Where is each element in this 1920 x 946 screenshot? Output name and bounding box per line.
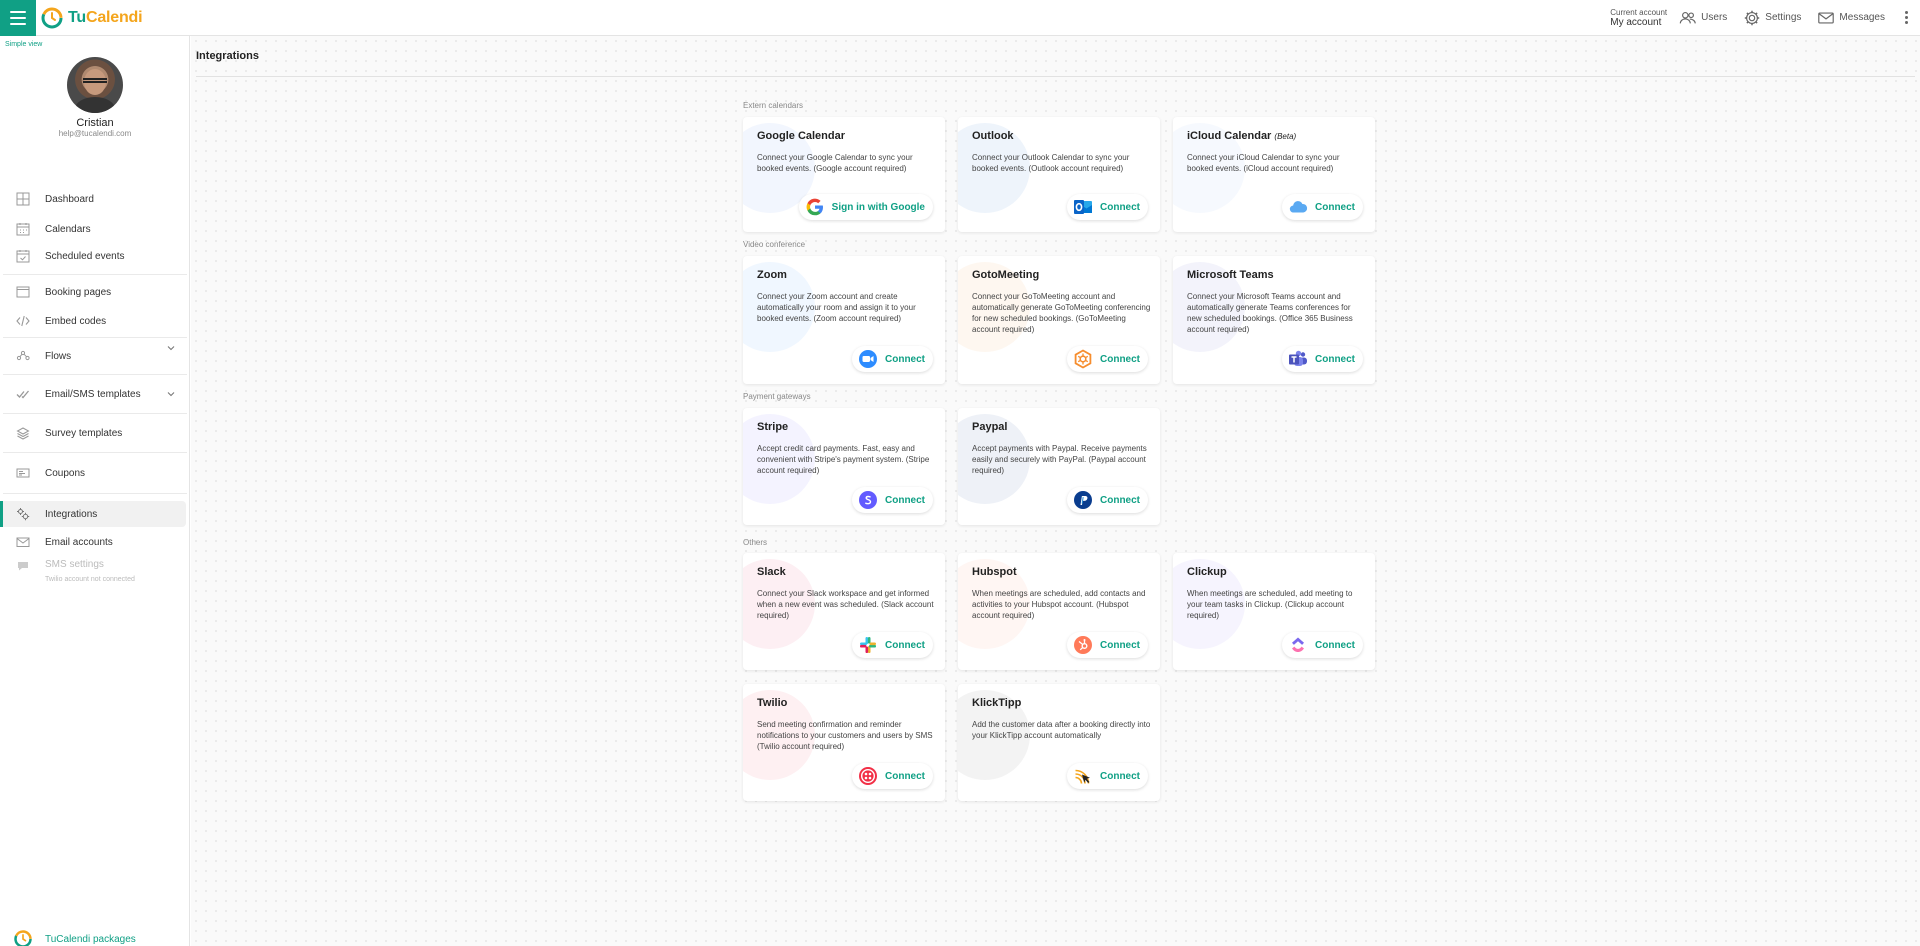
settings-link[interactable]: Settings bbox=[1743, 9, 1801, 27]
integration-card-hubspot: Hubspot When meetings are scheduled, add… bbox=[958, 553, 1160, 670]
microsoft-teams-icon bbox=[1288, 349, 1308, 369]
paypal-icon bbox=[1073, 490, 1093, 510]
twilio-icon bbox=[858, 766, 878, 786]
sidebar: Simple view Cristian help@tucalendi.com … bbox=[0, 36, 190, 946]
stripe-icon bbox=[858, 490, 878, 510]
integration-card-clickup: Clickup When meetings are scheduled, add… bbox=[1173, 553, 1375, 670]
slack-connect-button[interactable]: Connect bbox=[852, 632, 933, 658]
sidebar-item-coupons[interactable]: Coupons bbox=[0, 453, 190, 493]
calendar-icon bbox=[16, 223, 30, 236]
envelope-icon bbox=[1818, 11, 1835, 24]
microsoft-teams-connect-button[interactable]: Connect bbox=[1282, 346, 1363, 372]
outlook-connect-button[interactable]: Connect bbox=[1067, 194, 1148, 220]
slack-icon bbox=[858, 635, 878, 655]
integration-card-gotomeeting: GotoMeeting Connect your GoToMeeting acc… bbox=[958, 256, 1160, 384]
google-sign-in-button[interactable]: Sign in with Google bbox=[798, 194, 933, 220]
layers-icon bbox=[16, 427, 30, 440]
hamburger-icon bbox=[10, 10, 26, 13]
profile-card: Cristian help@tucalendi.com bbox=[0, 57, 190, 138]
tucalendi-logo-icon bbox=[13, 929, 33, 946]
zoom-icon bbox=[858, 349, 878, 369]
section-label-payment-gateways: Payment gateways bbox=[743, 392, 811, 401]
code-icon bbox=[16, 315, 30, 327]
template-icon bbox=[16, 390, 29, 399]
integration-card-paypal: Paypal Accept payments with Paypal. Rece… bbox=[958, 408, 1160, 525]
clickup-icon bbox=[1288, 635, 1308, 655]
users-link[interactable]: Users bbox=[1679, 9, 1727, 27]
klicktipp-icon bbox=[1073, 766, 1093, 786]
packages-link[interactable]: TuCalendi packages bbox=[13, 929, 136, 946]
section-label-video-conference: Video conference bbox=[743, 240, 806, 249]
window-icon bbox=[16, 286, 30, 298]
flow-icon bbox=[16, 350, 30, 361]
integration-card-google-calendar: Google Calendar Connect your Google Cale… bbox=[743, 117, 945, 232]
chevron-down-icon[interactable] bbox=[166, 389, 176, 399]
chevron-down-icon[interactable] bbox=[166, 343, 176, 353]
sidebar-item-dashboard[interactable]: Dashboard bbox=[0, 188, 190, 210]
hubspot-icon bbox=[1073, 635, 1093, 655]
users-icon bbox=[1679, 11, 1696, 23]
integration-card-slack: Slack Connect your Slack workspace and g… bbox=[743, 553, 945, 670]
icloud-icon bbox=[1288, 197, 1308, 217]
integration-card-outlook: Outlook Connect your Outlook Calendar to… bbox=[958, 117, 1160, 232]
menu-toggle-button[interactable] bbox=[0, 0, 36, 36]
sidebar-menu: Dashboard Calendars Scheduled events Boo… bbox=[0, 188, 190, 583]
integration-card-microsoft-teams: Microsoft Teams Connect your Microsoft T… bbox=[1173, 256, 1375, 384]
klicktipp-connect-button[interactable]: Connect bbox=[1067, 763, 1148, 789]
zoom-connect-button[interactable]: Connect bbox=[852, 346, 933, 372]
account-switcher[interactable]: Current account My account bbox=[1610, 8, 1667, 28]
integration-card-twilio: Twilio Send meeting confirmation and rem… bbox=[743, 684, 945, 801]
outlook-icon bbox=[1073, 197, 1093, 217]
tucalendi-logo-icon bbox=[40, 6, 64, 30]
calendar-check-icon bbox=[16, 250, 30, 263]
paypal-connect-button[interactable]: Connect bbox=[1067, 487, 1148, 513]
gotomeeting-icon bbox=[1073, 349, 1093, 369]
integration-card-zoom: Zoom Connect your Zoom account and creat… bbox=[743, 256, 945, 384]
sidebar-item-booking-pages[interactable]: Booking pages bbox=[0, 277, 190, 307]
coupon-icon bbox=[16, 468, 30, 478]
hubspot-connect-button[interactable]: Connect bbox=[1067, 632, 1148, 658]
section-label-others: Others bbox=[743, 538, 768, 547]
gears-icon bbox=[17, 508, 30, 521]
sidebar-item-survey-templates[interactable]: Survey templates bbox=[0, 414, 190, 452]
icloud-connect-button[interactable]: Connect bbox=[1282, 194, 1363, 220]
mail-icon bbox=[16, 537, 30, 547]
gear-icon bbox=[1745, 10, 1760, 25]
sidebar-item-sms-settings: SMS settings Twilio account not connecte… bbox=[0, 557, 190, 583]
sidebar-item-email-sms-templates[interactable]: Email/SMS templates bbox=[0, 375, 190, 413]
simple-view-link[interactable]: Simple view bbox=[5, 41, 42, 48]
sidebar-item-embed-codes[interactable]: Embed codes bbox=[0, 307, 190, 335]
page-title: Integrations bbox=[196, 50, 259, 62]
integration-card-klicktipp: KlickTipp Add the customer data after a … bbox=[958, 684, 1160, 801]
sidebar-item-flows[interactable]: Flows bbox=[0, 338, 190, 374]
dashboard-icon bbox=[16, 192, 30, 206]
kebab-icon bbox=[1905, 11, 1908, 14]
more-options-button[interactable] bbox=[1901, 7, 1912, 28]
integration-card-stripe: Stripe Accept credit card payments. Fast… bbox=[743, 408, 945, 525]
sidebar-item-scheduled-events[interactable]: Scheduled events bbox=[0, 244, 190, 268]
integration-card-icloud-calendar: iCloud Calendar (Beta) Connect your iClo… bbox=[1173, 117, 1375, 232]
top-bar: TuCalendi Current account My account Use… bbox=[0, 0, 1920, 36]
google-icon bbox=[805, 197, 825, 217]
gotomeeting-connect-button[interactable]: Connect bbox=[1067, 346, 1148, 372]
chat-icon bbox=[18, 562, 28, 571]
section-label-extern-calendars: Extern calendars bbox=[743, 101, 804, 110]
sidebar-item-email-accounts[interactable]: Email accounts bbox=[0, 527, 190, 557]
messages-link[interactable]: Messages bbox=[1817, 9, 1885, 27]
sidebar-item-calendars[interactable]: Calendars bbox=[0, 214, 190, 244]
profile-email: help@tucalendi.com bbox=[58, 129, 132, 138]
avatar[interactable] bbox=[67, 57, 123, 113]
sidebar-item-integrations[interactable]: Integrations bbox=[0, 501, 186, 527]
clickup-connect-button[interactable]: Connect bbox=[1282, 632, 1363, 658]
twilio-connect-button[interactable]: Connect bbox=[852, 763, 933, 789]
profile-name: Cristian bbox=[76, 117, 114, 129]
stripe-connect-button[interactable]: Connect bbox=[852, 487, 933, 513]
app-logo[interactable]: TuCalendi bbox=[40, 6, 143, 30]
main-content: Integrations Extern calendars Google Cal… bbox=[191, 36, 1920, 946]
